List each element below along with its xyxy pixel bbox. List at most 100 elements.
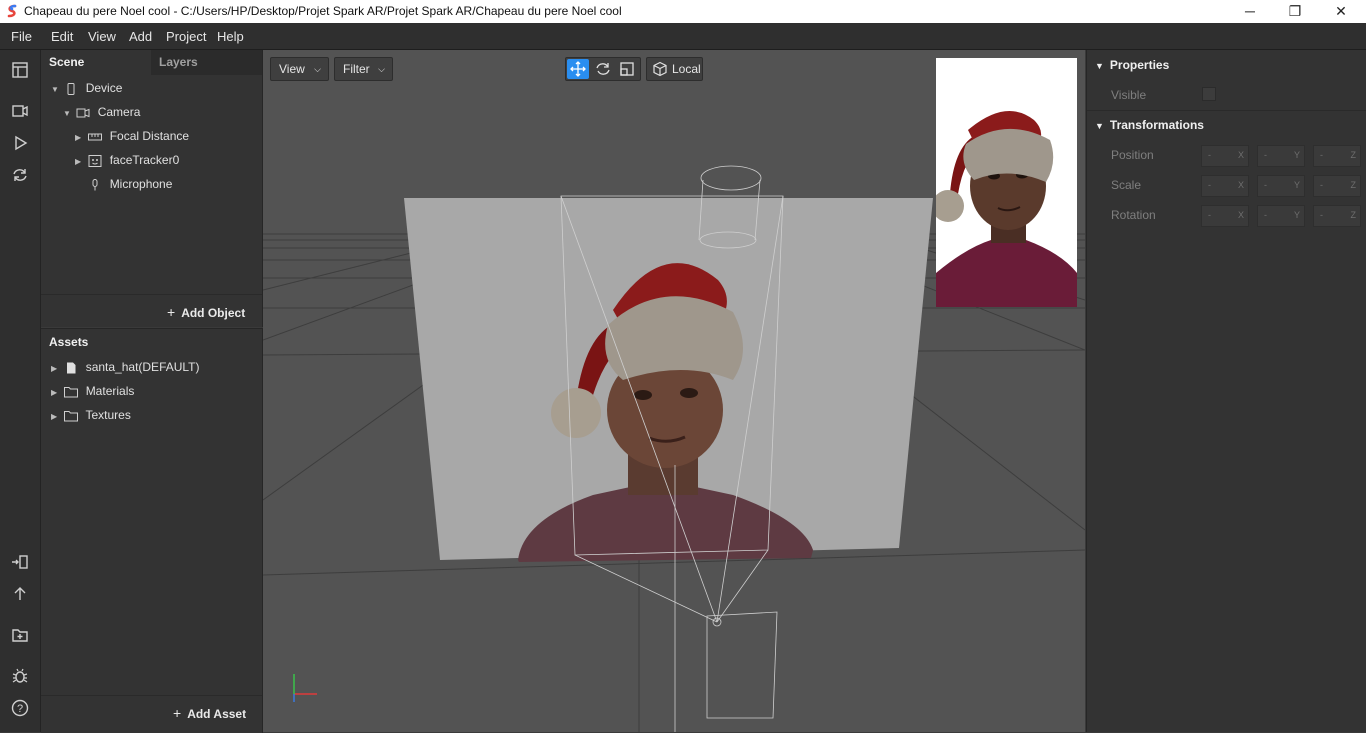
view-dropdown[interactable]: View ⌵ [270, 57, 329, 81]
asset-item-textures[interactable]: ▶ Textures [51, 404, 131, 426]
add-asset-button[interactable]: + Add Asset [173, 705, 246, 721]
scene-panel: Scene Layers ▼ Device ▼ Camera ▶ Focal D… [41, 50, 263, 327]
microphone-icon [92, 178, 98, 191]
add-folder-icon[interactable] [10, 625, 30, 645]
asset-label: Materials [85, 384, 135, 398]
tree-label: Focal Distance [109, 129, 190, 143]
filter-dropdown[interactable]: Filter ⌵ [334, 57, 393, 81]
divider [41, 294, 262, 295]
spark-ar-logo-icon [7, 4, 17, 18]
move-icon [570, 61, 586, 77]
chevron-right-icon[interactable]: ▶ [51, 358, 61, 380]
menu-bar: File Edit View Add Project Help [0, 23, 1366, 50]
scale-tool-button[interactable] [616, 59, 638, 79]
chevron-down-icon[interactable]: ▼ [51, 79, 61, 101]
viewport[interactable]: View ⌵ Filter ⌵ Local [263, 50, 1085, 732]
plus-icon: + [173, 705, 182, 721]
folder-icon [64, 410, 79, 422]
tree-label: faceTracker0 [109, 153, 180, 167]
help-icon[interactable]: ? [10, 698, 30, 718]
file-icon [67, 362, 76, 374]
bug-icon[interactable] [10, 666, 30, 686]
layout-icon[interactable] [10, 60, 30, 80]
add-object-button[interactable]: + Add Object [167, 304, 245, 320]
divider [41, 695, 262, 696]
refresh-icon[interactable] [10, 165, 30, 185]
scale-y-field[interactable]: -Y [1257, 175, 1305, 197]
tree-label: Device [85, 81, 123, 95]
position-z-field[interactable]: -Z [1313, 145, 1361, 167]
transform-tools [565, 57, 641, 81]
rotate-tool-button[interactable] [592, 59, 614, 79]
chevron-down-icon[interactable]: ▼ [63, 103, 73, 125]
device-preview-icon[interactable] [10, 552, 30, 572]
minimize-button[interactable]: ─ [1227, 0, 1273, 23]
tree-item-focal-distance[interactable]: ▶ Focal Distance [75, 125, 189, 147]
svg-text:?: ? [17, 703, 23, 715]
menu-help[interactable]: Help [217, 29, 244, 44]
menu-add[interactable]: Add [129, 29, 152, 44]
properties-panel: ▼ Properties Visible ▼ Transformations Pos… [1086, 50, 1366, 732]
tab-scene[interactable]: Scene [41, 50, 151, 75]
scale-label: Scale [1111, 178, 1142, 192]
asset-item-santa-hat[interactable]: ▶ santa_hat(DEFAULT) [51, 356, 200, 378]
chevron-right-icon[interactable]: ▶ [75, 151, 85, 173]
properties-section-header[interactable]: ▼ Properties [1095, 58, 1169, 72]
rotation-label: Rotation [1111, 208, 1156, 222]
tree-label: Camera [97, 105, 141, 119]
face-tracker-icon [88, 154, 102, 167]
position-x-field[interactable]: -X [1201, 145, 1249, 167]
tab-layers[interactable]: Layers [151, 50, 262, 75]
rotation-x-field[interactable]: -X [1201, 205, 1249, 227]
menu-edit[interactable]: Edit [51, 29, 73, 44]
chevron-down-icon: ⌵ [314, 64, 321, 74]
folder-icon [64, 386, 79, 398]
menu-project[interactable]: Project [166, 29, 206, 44]
tree-item-camera[interactable]: ▼ Camera [63, 101, 140, 123]
tree-item-facetracker[interactable]: ▶ faceTracker0 [75, 149, 179, 171]
scene-tabs: Scene Layers [41, 50, 262, 75]
title-bar: Chapeau du pere Noel cool - C:/Users/HP/… [0, 0, 1366, 23]
rotate-icon [596, 63, 610, 75]
transformations-section-header[interactable]: ▼ Transformations [1095, 118, 1204, 132]
position-label: Position [1111, 148, 1154, 162]
menu-file[interactable]: File [11, 29, 32, 44]
plus-icon: + [167, 304, 176, 320]
rotation-y-field[interactable]: -Y [1257, 205, 1305, 227]
visible-checkbox[interactable] [1202, 87, 1216, 101]
chevron-down-icon: ⌵ [378, 64, 385, 74]
move-tool-button[interactable] [567, 59, 589, 79]
cube-icon [653, 61, 667, 77]
menu-view[interactable]: View [88, 29, 116, 44]
scale-icon [620, 62, 634, 76]
upload-icon[interactable] [10, 584, 30, 604]
restore-button[interactable]: ❐ [1272, 0, 1318, 23]
local-space-button[interactable]: Local [646, 57, 703, 81]
preview-render [936, 111, 1077, 307]
video-camera-icon[interactable] [10, 101, 30, 121]
left-toolbar: ? [0, 50, 41, 732]
window-title: Chapeau du pere Noel cool - C:/Users/HP/… [24, 4, 622, 18]
chevron-right-icon[interactable]: ▶ [51, 382, 61, 404]
asset-item-materials[interactable]: ▶ Materials [51, 380, 134, 402]
position-y-field[interactable]: -Y [1257, 145, 1305, 167]
chevron-down-icon: ▼ [1095, 121, 1104, 131]
visible-label: Visible [1111, 88, 1147, 102]
asset-label: santa_hat(DEFAULT) [85, 360, 200, 374]
rotation-z-field[interactable]: -Z [1313, 205, 1361, 227]
divider [1087, 110, 1366, 111]
close-button[interactable]: ✕ [1318, 0, 1364, 23]
camera-icon [76, 108, 90, 118]
tree-item-device[interactable]: ▼ Device [51, 77, 122, 99]
tree-item-microphone[interactable]: Microphone [75, 173, 172, 195]
play-icon[interactable] [10, 133, 30, 153]
scale-x-field[interactable]: -X [1201, 175, 1249, 197]
device-preview[interactable] [936, 58, 1077, 307]
chevron-right-icon[interactable]: ▶ [51, 406, 61, 428]
assets-panel: Assets ▶ santa_hat(DEFAULT) ▶ Materials … [41, 328, 263, 733]
asset-label: Textures [85, 408, 131, 422]
device-icon [67, 82, 75, 95]
scale-z-field[interactable]: -Z [1313, 175, 1361, 197]
chevron-right-icon[interactable]: ▶ [75, 127, 85, 149]
pompom-shape [551, 388, 601, 438]
